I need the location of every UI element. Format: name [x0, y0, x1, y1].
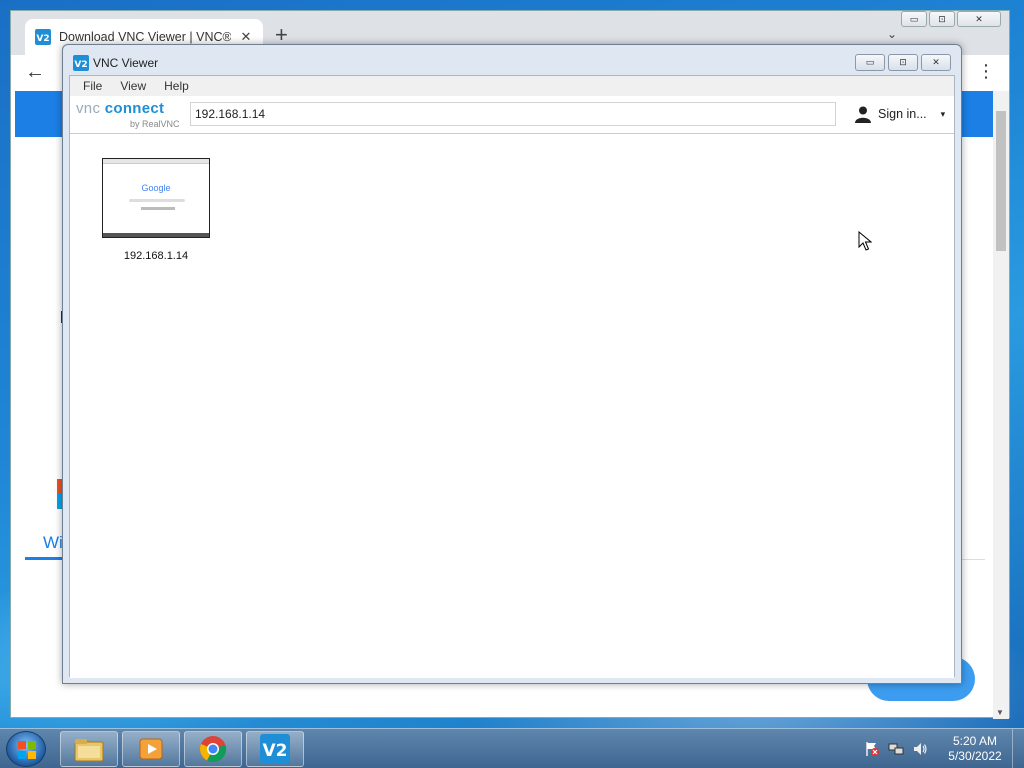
system-tray: [864, 741, 928, 757]
thumbnail-browser-bar: [103, 159, 209, 164]
vnc-connect-logo: vnc connect by RealVNC: [76, 100, 186, 130]
back-arrow-icon[interactable]: ←: [25, 61, 45, 84]
taskbar-chrome[interactable]: [184, 731, 242, 767]
address-input[interactable]: 192.168.1.14: [190, 102, 836, 126]
minimize-button[interactable]: ▭: [855, 54, 885, 71]
vnc-window-controls: ▭ ⊡ ✕: [855, 54, 951, 71]
sign-in-button[interactable]: Sign in... ▾: [854, 105, 945, 123]
logo-wordmark: vnc connect: [76, 100, 165, 117]
connection-thumbnail[interactable]: Google: [102, 158, 210, 238]
thumbnail-google-logo: Google: [141, 183, 171, 193]
windows-tab-label[interactable]: Wi: [43, 533, 63, 553]
logo-byline: by RealVNC: [130, 119, 180, 129]
mouse-cursor-icon: [858, 231, 872, 251]
clock-time: 5:20 AM: [952, 734, 998, 748]
tab-search-chevron-icon[interactable]: ⌄: [887, 27, 897, 41]
menu-help[interactable]: Help: [155, 79, 198, 93]
windows-logo-icon: [18, 741, 36, 759]
scroll-down-arrow-icon[interactable]: ▼: [996, 708, 1004, 717]
taskbar: V2 5:20 AM 5/30/2022: [0, 728, 1024, 768]
svg-text:V2: V2: [263, 741, 288, 761]
svg-text:V2: V2: [74, 60, 87, 70]
media-player-icon: [139, 738, 163, 760]
vnc-favicon-icon: V2: [35, 29, 51, 45]
chevron-down-icon[interactable]: ▾: [941, 109, 946, 120]
clock-date: 5/30/2022: [948, 749, 1002, 763]
page-scrollbar-thumb[interactable]: [996, 111, 1006, 251]
vnc-viewer-window: V2 VNC Viewer ▭ ⊡ ✕ File View Help vnc c…: [62, 44, 962, 684]
volume-icon[interactable]: [912, 741, 928, 757]
connection-label[interactable]: 192.168.1.14: [102, 250, 210, 262]
thumbnail-buttons: [141, 207, 175, 210]
chrome-close-button[interactable]: ✕: [957, 11, 1001, 27]
page-scrollbar[interactable]: ▼: [993, 91, 1009, 719]
vnc-app-icon: V2: [73, 55, 89, 71]
vnc-client-area: File View Help vnc connect by RealVNC 19…: [69, 75, 955, 678]
taskbar-media-player[interactable]: [122, 731, 180, 767]
sign-in-label: Sign in...: [878, 107, 927, 121]
address-book-area: Google 192.168.1.14: [70, 134, 954, 678]
chrome-minimize-button[interactable]: ▭: [901, 11, 927, 27]
network-icon[interactable]: [888, 741, 904, 757]
taskbar-vnc-viewer[interactable]: V2: [246, 731, 304, 767]
window-title: VNC Viewer: [93, 56, 159, 70]
vnc-toolbar: vnc connect by RealVNC 192.168.1.14 Sign…: [70, 96, 954, 134]
action-center-flag-icon[interactable]: [864, 741, 880, 757]
thumbnail-taskbar: [103, 233, 209, 237]
chrome-maximize-button[interactable]: ⊡: [929, 11, 955, 27]
thumbnail-search-box: [129, 199, 185, 202]
menu-bar: File View Help: [70, 76, 954, 96]
chrome-tab-title: Download VNC Viewer | VNC® C: [59, 30, 231, 44]
chrome-window-controls: ▭ ⊡ ✕: [901, 11, 1001, 27]
vnc-viewer-icon: V2: [260, 734, 290, 764]
maximize-button[interactable]: ⊡: [888, 54, 918, 71]
chrome-menu-icon[interactable]: ⋮: [977, 61, 995, 82]
taskbar-file-explorer[interactable]: [60, 731, 118, 767]
system-clock[interactable]: 5:20 AM 5/30/2022: [940, 734, 1010, 764]
close-tab-icon[interactable]: ✕: [239, 29, 253, 45]
chrome-icon: [200, 736, 227, 763]
vnc-titlebar[interactable]: V2 VNC Viewer ▭ ⊡ ✕: [63, 45, 961, 75]
close-button[interactable]: ✕: [921, 54, 951, 71]
folder-icon: [74, 739, 104, 762]
menu-file[interactable]: File: [74, 79, 111, 93]
start-button[interactable]: [6, 731, 46, 767]
svg-text:V2: V2: [36, 34, 49, 44]
show-desktop-button[interactable]: [1012, 729, 1024, 768]
user-icon: [855, 106, 871, 123]
menu-view[interactable]: View: [111, 79, 155, 93]
